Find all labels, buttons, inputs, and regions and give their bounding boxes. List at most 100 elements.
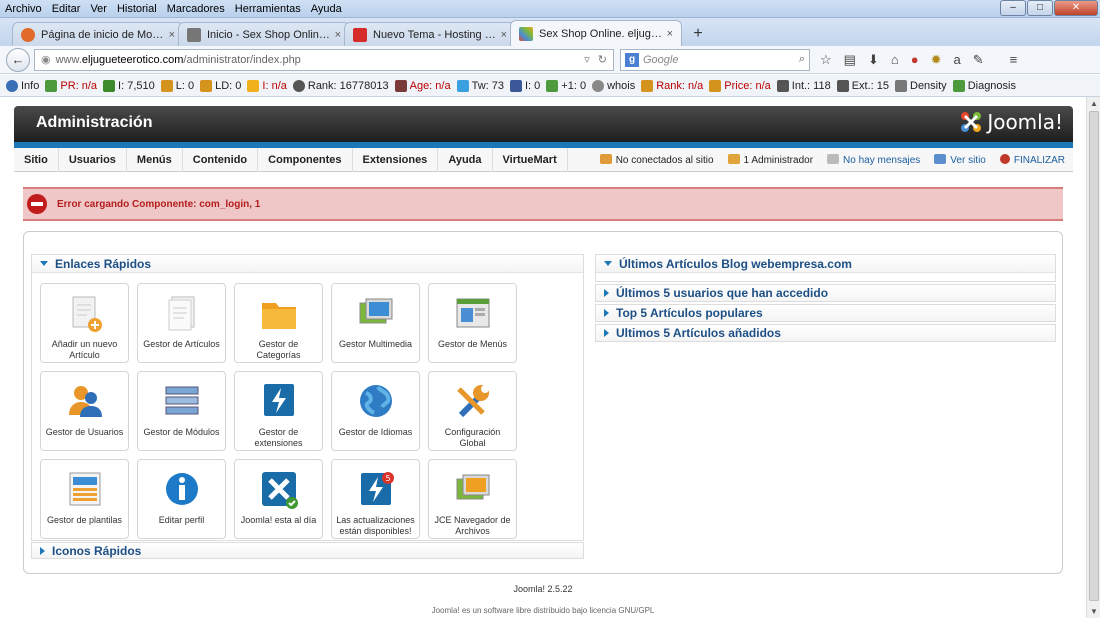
quicklink-updates[interactable]: 5 Las actualizaciones están disponibles! (331, 459, 420, 539)
quicklink-label: Añadir un nuevo Artículo (51, 339, 118, 360)
seo-alexa-rank[interactable]: Rank: n/a (641, 79, 703, 92)
quicklink-menu-manager[interactable]: Gestor de Menús (428, 283, 517, 363)
seo-price[interactable]: Price: n/a (709, 79, 771, 92)
menu-sitio[interactable]: Sitio (14, 147, 59, 172)
menu-marcadores[interactable]: Marcadores (162, 3, 230, 15)
quick-icons-panel[interactable]: Iconos Rápidos (31, 542, 584, 559)
hamburger-menu-icon[interactable]: ≡ (1010, 52, 1018, 67)
reload-icon[interactable]: ↻ (598, 53, 607, 66)
menu-historial[interactable]: Historial (112, 3, 162, 15)
quicklink-info[interactable]: Editar perfil (137, 459, 226, 539)
back-button[interactable]: ← (6, 47, 30, 72)
url-bar[interactable]: ◉ www. eljugueteerotico.com/administrator… (34, 48, 614, 71)
scroll-down-icon[interactable]: ▼ (1090, 607, 1098, 616)
seo-gplus[interactable]: +1: 0 (546, 79, 586, 92)
seo-whois[interactable]: whois (592, 79, 635, 92)
footer-version: Joomla! 2.5.22 (513, 584, 573, 594)
expand-icon (604, 309, 609, 317)
bookmark-star-icon[interactable]: ☆ (820, 52, 832, 68)
close-tab-icon[interactable]: × (169, 29, 175, 41)
search-input[interactable]: g Google ⌕ (620, 48, 810, 71)
tab-sexshop-active[interactable]: Sex Shop Online. eljuguete...× (510, 20, 682, 46)
menu-ayuda[interactable]: Ayuda (306, 3, 347, 15)
popular-articles-header[interactable]: Top 5 Artículos populares (596, 305, 1055, 321)
tab-nuevo-tema[interactable]: Nuevo Tema - Hosting Wo... × (344, 22, 516, 46)
seo-age[interactable]: Age: n/a (394, 79, 451, 92)
extension-icon[interactable]: ✎ (973, 52, 984, 68)
last-users-panel[interactable]: Últimos 5 usuarios que han accedido (595, 284, 1056, 302)
menu-herramientas[interactable]: Herramientas (230, 3, 306, 15)
download-icon[interactable]: ⬇ (868, 52, 879, 68)
seo-ld[interactable]: LD: 0 (200, 79, 241, 92)
close-tab-icon[interactable]: × (335, 29, 341, 41)
seo-rank[interactable]: Rank: 16778013 (292, 79, 389, 92)
amazon-icon[interactable]: a (953, 52, 960, 67)
scroll-up-icon[interactable]: ▲ (1090, 99, 1098, 108)
menu-archivo[interactable]: Archivo (0, 3, 47, 15)
seo-facebook[interactable]: I: 0 (510, 79, 540, 92)
quicklink-extensions[interactable]: Gestor de extensiones (234, 371, 323, 451)
menu-usuarios[interactable]: Usuarios (59, 147, 127, 172)
last-users-header[interactable]: Últimos 5 usuarios que han accedido (596, 285, 1055, 301)
dropdown-icon[interactable]: ▿ (584, 53, 590, 66)
close-window-button[interactable]: ✕ (1054, 0, 1098, 16)
tab-mozilla[interactable]: Página de inicio de Mozilla...× (12, 22, 184, 46)
seo-info[interactable]: Info (6, 79, 39, 92)
error-message: Error cargando Componente: com_login, 1 (23, 187, 1063, 221)
quicklink-tools[interactable]: Configuración Global (428, 371, 517, 451)
quicklink-modules[interactable]: Gestor de Módulos (137, 371, 226, 451)
blog-articles-header[interactable]: Últimos Artículos Blog webempresa.com (596, 255, 1055, 273)
minimize-button[interactable]: – (1000, 0, 1026, 16)
seo-links[interactable]: L: 0 (160, 79, 194, 92)
menu-contenido[interactable]: Contenido (183, 147, 259, 172)
quicklink-globe[interactable]: Gestor de Idiomas (331, 371, 420, 451)
close-tab-icon[interactable]: × (667, 28, 673, 40)
menu-componentes[interactable]: Componentes (258, 147, 353, 172)
view-site-link[interactable]: Ver sitio (934, 153, 986, 166)
latest-articles-panel[interactable]: Ultimos 5 Artículos añadidos (595, 324, 1056, 342)
quicklink-add-article[interactable]: Añadir un nuevo Artículo (40, 283, 129, 363)
latest-articles-header[interactable]: Ultimos 5 Artículos añadidos (596, 325, 1055, 341)
quicklink-templates[interactable]: Gestor de plantilas (40, 459, 129, 539)
quicklink-joomla-check[interactable]: Joomla! esta al día (234, 459, 323, 539)
logout-link[interactable]: FINALIZAR (999, 153, 1065, 166)
scrollbar-thumb[interactable] (1089, 111, 1099, 601)
seo-density[interactable]: Density (895, 79, 947, 92)
menu-ayuda-admin[interactable]: Ayuda (438, 147, 493, 172)
popular-articles-panel[interactable]: Top 5 Artículos populares (595, 304, 1056, 322)
menu-virtuemart[interactable]: VirtueMart (493, 147, 568, 172)
menu-ver[interactable]: Ver (85, 3, 112, 15)
quicklink-label: Configuración Global (444, 427, 501, 448)
quicklink-article-manager[interactable]: Gestor de Artículos (137, 283, 226, 363)
mail-icon (827, 153, 840, 164)
quicklink-users[interactable]: Gestor de Usuarios (40, 371, 129, 451)
seo-diagnosis[interactable]: Diagnosis (952, 79, 1016, 92)
adblock-icon[interactable]: ● (911, 52, 919, 67)
vertical-scrollbar[interactable]: ▲ ▼ (1086, 97, 1100, 618)
menu-menus[interactable]: Menús (127, 147, 183, 172)
seo-twitter[interactable]: Tw: 73 (456, 79, 504, 92)
quicklink-file-browser[interactable]: JCE Navegador de Archivos (428, 459, 517, 539)
seo-pr[interactable]: PR: n/a (45, 79, 97, 92)
quick-links-header[interactable]: Enlaces Rápidos (32, 255, 583, 273)
seo-google-index[interactable]: I: 7,510 (103, 79, 155, 92)
quick-icons-header[interactable]: Iconos Rápidos (32, 543, 583, 558)
bookmarks-list-icon[interactable]: ▤ (844, 52, 856, 68)
new-tab-button[interactable]: + (686, 24, 710, 46)
cpanel-container: Enlaces Rápidos Añadir un nuevo Artículo… (23, 231, 1063, 574)
maximize-button[interactable]: □ (1027, 0, 1053, 16)
seo-internal-links[interactable]: Int.: 118 (776, 79, 831, 92)
menu-editar[interactable]: Editar (47, 3, 86, 15)
messages-link[interactable]: No hay mensajes (827, 153, 920, 166)
seo-external-links[interactable]: Ext.: 15 (836, 79, 889, 92)
seo-bing-index[interactable]: I: n/a (247, 79, 287, 92)
close-tab-icon[interactable]: × (501, 29, 507, 41)
quicklink-media[interactable]: Gestor Multimedia (331, 283, 420, 363)
search-icon[interactable]: ⌕ (799, 53, 805, 66)
home-icon[interactable]: ⌂ (891, 52, 899, 67)
addon-icon[interactable]: ✹ (931, 52, 942, 68)
menu-extensiones[interactable]: Extensiones (353, 147, 439, 172)
quicklink-label: JCE Navegador de Archivos (434, 515, 511, 536)
quicklink-folder[interactable]: Gestor de Categorías (234, 283, 323, 363)
tab-inicio[interactable]: Inicio - Sex Shop Online. elj...× (178, 22, 350, 46)
